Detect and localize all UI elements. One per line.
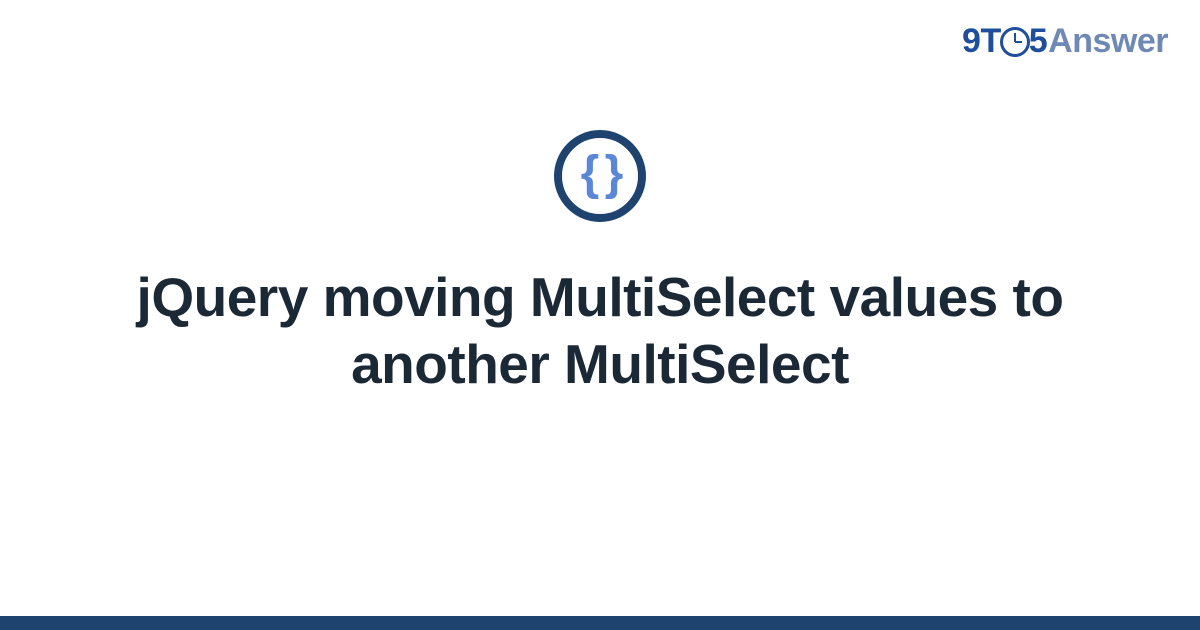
logo-answer: Answer bbox=[1048, 24, 1168, 58]
logo-nine: 9 bbox=[962, 24, 980, 58]
page-title: jQuery moving MultiSelect values to anot… bbox=[70, 264, 1130, 398]
clock-icon bbox=[1000, 27, 1030, 57]
logo-t: T bbox=[980, 24, 1000, 58]
footer-bar bbox=[0, 616, 1200, 630]
card: 9 T 5 Answer { } jQuery moving MultiSele… bbox=[0, 0, 1200, 630]
logo-five: 5 bbox=[1029, 24, 1047, 58]
code-braces-icon: { } bbox=[581, 150, 620, 198]
topic-icon: { } bbox=[554, 130, 646, 222]
icon-ring: { } bbox=[554, 130, 646, 222]
site-logo: 9 T 5 Answer bbox=[962, 22, 1168, 58]
